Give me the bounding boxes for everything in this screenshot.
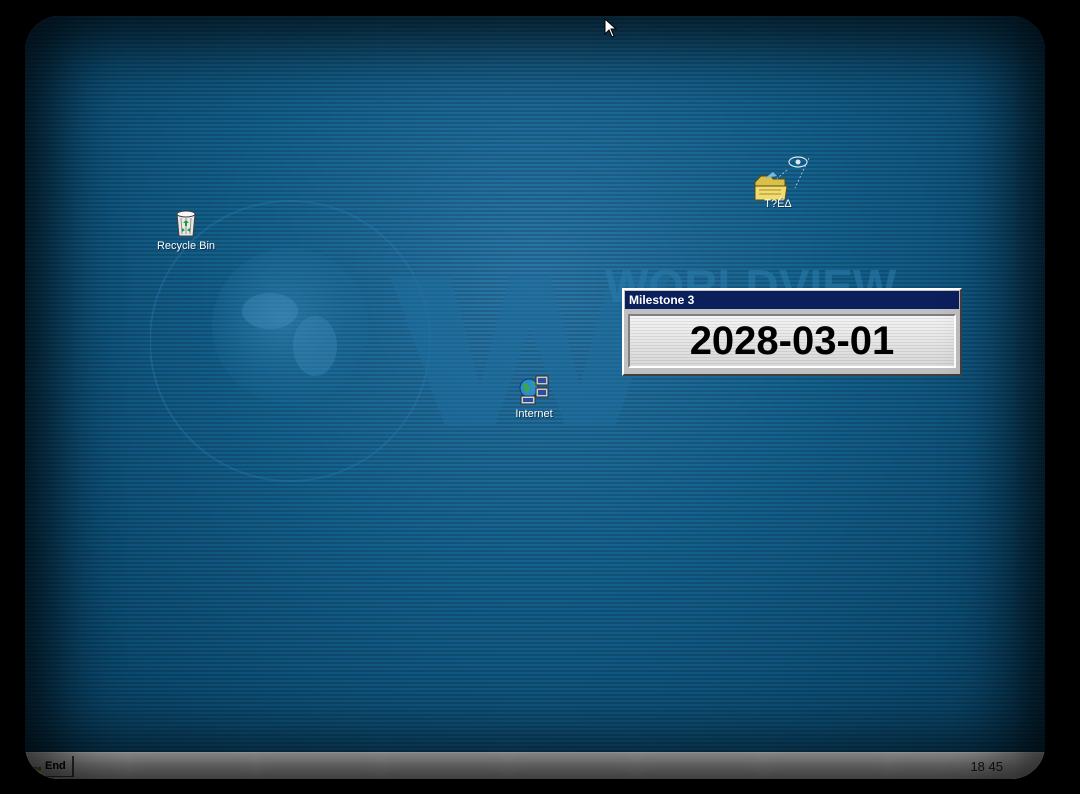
desktop-icon-internet[interactable]: Internet: [494, 374, 574, 420]
internet-globe-computers-icon: [494, 374, 574, 406]
desktop-icon-recycle-bin[interactable]: Recycle Bin: [146, 206, 226, 252]
recycle-bin-icon: [146, 206, 226, 238]
internet-label: Internet: [515, 408, 553, 420]
recycle-bin-label: Recycle Bin: [156, 240, 216, 252]
milestone-date-value: 2028-03-01: [628, 314, 956, 368]
milestone-title[interactable]: Milestone 3: [625, 291, 959, 309]
milestone-window[interactable]: Milestone 3 2028-03-01: [622, 288, 962, 376]
folder-label: T?ÊΔ: [764, 198, 792, 210]
mouse-cursor-icon: [604, 17, 618, 43]
start-button-label: End: [45, 760, 66, 772]
folder-eye-icon: [738, 148, 818, 204]
start-button[interactable]: End: [31, 756, 74, 777]
desktop-icon-folder[interactable]: T?ÊΔ: [738, 148, 818, 210]
taskbar-clock[interactable]: 18 45: [970, 753, 1003, 779]
start-flag-icon: [33, 762, 41, 779]
taskbar: End 18 45: [25, 752, 1045, 779]
desktop-screen: WORLDVIEW Recycle Bin T?ÊΔ Internet Mile…: [25, 16, 1045, 779]
